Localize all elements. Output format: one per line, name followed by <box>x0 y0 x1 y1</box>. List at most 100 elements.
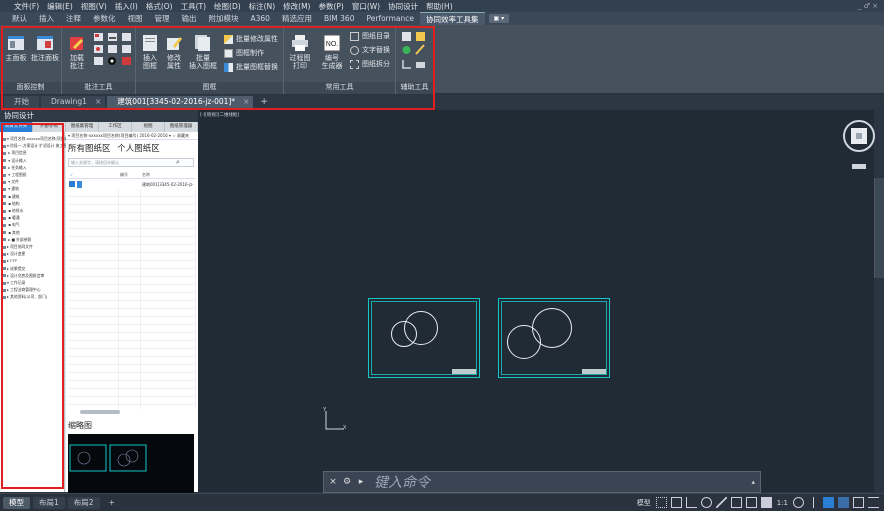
file-tab-drawing1[interactable]: Drawing1 × <box>41 96 106 108</box>
tree-item[interactable]: ▸ 任务输入 <box>3 165 27 170</box>
tree-item[interactable]: ▸ ■ 外部参照 <box>3 237 31 242</box>
new-tab-plus-icon[interactable]: + <box>255 96 273 108</box>
polar-icon[interactable] <box>700 497 712 508</box>
tree-item[interactable]: ▾ 工作记录 <box>3 280 25 285</box>
tree-item[interactable]: ▾ 建筑 <box>3 186 19 191</box>
tree-item[interactable]: ▸ 项目信息 <box>3 150 27 155</box>
tree-item[interactable]: ▪ 其他 <box>3 230 20 235</box>
frame-make-button[interactable]: 图框制作 <box>224 48 264 58</box>
menu-file[interactable]: 文件(F) <box>14 1 39 12</box>
annotation-icon[interactable] <box>760 497 772 508</box>
isolate-icon[interactable] <box>823 497 834 508</box>
menu-window[interactable]: 窗口(W) <box>352 1 380 12</box>
tab-personal-drawings[interactable]: 个人图纸区 <box>117 144 160 154</box>
model-viewport[interactable]: [-][俯视][二维线框] Y X <box>198 110 874 492</box>
layout-tab-layout1[interactable]: 布局1 <box>33 496 65 509</box>
menu-format[interactable]: 格式(O) <box>146 1 173 12</box>
ribbon-tab-annotate[interactable]: 注释 <box>60 12 87 25</box>
modify-attr-button[interactable]: 修改 属性 <box>162 34 186 70</box>
menu-modify[interactable]: 修改(M) <box>283 1 310 12</box>
tree-item[interactable]: ▾ 设计输入 <box>3 158 27 163</box>
batch-modify-attr-button[interactable]: 批量修改属性 <box>224 34 278 44</box>
layout-tab-layout2[interactable]: 布局2 <box>67 496 100 509</box>
search-icon[interactable]: ⌕ <box>176 158 180 167</box>
plus-icon[interactable] <box>808 497 819 508</box>
palette-tab-views[interactable]: 视图 <box>132 122 165 132</box>
close-icon[interactable]: × <box>328 477 338 487</box>
main-panel-button[interactable]: 主面板 <box>2 34 30 62</box>
close-icon[interactable]: × <box>95 97 101 106</box>
batch-replace-frame-button[interactable]: 批量图框替换 <box>224 62 278 72</box>
menu-edit[interactable]: 编辑(E) <box>47 1 73 12</box>
ribbon-tab-default[interactable]: 默认 <box>6 12 33 25</box>
aux-tool-icons[interactable] <box>402 32 430 72</box>
tree-item[interactable]: ▾ 文件 <box>3 179 19 184</box>
annotation-scale[interactable]: 1:1 <box>774 499 791 507</box>
tree-item[interactable]: ▾ 阶段一-方案设计 扩初设计 施工图设计 <box>3 143 75 148</box>
transparency-icon[interactable] <box>745 497 757 508</box>
tree-item[interactable]: ▸ 成果提交 <box>3 266 25 271</box>
menu-insert[interactable]: 插入(I) <box>115 1 138 12</box>
menu-parameter[interactable]: 参数(P) <box>318 1 343 12</box>
circle-shape[interactable] <box>404 311 438 345</box>
menu-help[interactable]: 帮助(H) <box>426 1 453 12</box>
ribbon-tab-view[interactable]: 视图 <box>122 12 149 25</box>
tree-item[interactable]: ▸ 工程洽商管理中心 <box>3 287 41 292</box>
insert-frame-button[interactable]: 插入 图框 <box>138 34 162 70</box>
tree-item[interactable]: ▸ 设计交底及图纸会审 <box>3 273 44 278</box>
file-tab-start[interactable]: 开始 <box>4 96 39 108</box>
table-row[interactable]: 建筑001[3345-02-2016-jz-001] <box>68 180 196 196</box>
palette-tab-sheets[interactable]: 图纸管理器 <box>165 122 198 132</box>
tree-item[interactable]: ▪ 给排水 <box>3 208 23 213</box>
horizontal-scrollbar[interactable] <box>80 410 120 414</box>
tab-all-drawings[interactable]: 所有图纸区 <box>68 144 111 154</box>
menu-tools[interactable]: 工具(T) <box>181 1 206 12</box>
ribbon-tab-addins[interactable]: 附加模块 <box>203 12 245 25</box>
drawing-frame-1[interactable] <box>368 298 480 378</box>
project-selector[interactable]: ▾ 项目名称-xxxxxx项目名称(项目编号) 2016-02-2016 ▾ ☆… <box>66 132 198 140</box>
palette-tab-workspace[interactable]: 工作区 <box>99 122 132 132</box>
ribbon-tab-featured[interactable]: 精选应用 <box>276 12 318 25</box>
customize-menu-icon[interactable] <box>868 497 879 508</box>
tree-item[interactable]: ▪ 结构 <box>3 201 20 206</box>
process-print-button[interactable]: 过程图 打印 <box>286 34 314 70</box>
batch-insert-frame-button[interactable]: 批量 插入图框 <box>186 34 220 70</box>
ribbon-tab-bim360[interactable]: BIM 360 <box>318 12 361 25</box>
ribbon-tab-a360[interactable]: A360 <box>245 12 276 25</box>
tree-item[interactable]: ▾ 项目名称-xxxxxx项目名称(项目编号) <box>3 136 74 141</box>
layout-tab-model[interactable]: 模型 <box>3 496 30 509</box>
viewport-controls-label[interactable]: [-][俯视][二维线框] <box>200 112 239 118</box>
ribbon-tab-performance[interactable]: Performance <box>360 12 420 25</box>
drawing-split-button[interactable]: 图纸拆分 <box>350 59 390 69</box>
annot-tool-icons[interactable] <box>94 33 134 73</box>
text-replace-button[interactable]: 文字替换 <box>350 45 390 55</box>
close-icon[interactable]: × <box>243 97 249 106</box>
add-layout-plus-icon[interactable]: + <box>103 497 121 509</box>
ribbon-tab-output[interactable]: 输出 <box>176 12 203 25</box>
window-controls[interactable]: _ ♂ × <box>858 2 878 10</box>
palette-tab-sheetset[interactable]: 图纸集管理 <box>66 122 99 132</box>
load-annot-button[interactable]: 加载 批注 <box>64 34 90 70</box>
drawing-catalog-button[interactable]: 图纸目录 <box>350 31 390 41</box>
command-line[interactable]: × ⚙ ▸ 键入命令 ▴ <box>323 471 761 493</box>
palette-tab-project[interactable]: 项目文件夹 <box>0 122 33 132</box>
ribbon-tab-parametric[interactable]: 参数化 <box>87 12 122 25</box>
model-space-toggle[interactable]: 模型 <box>634 498 654 508</box>
lineweight-icon[interactable] <box>730 497 742 508</box>
menu-view[interactable]: 视图(V) <box>81 1 107 12</box>
gear-icon[interactable] <box>793 497 804 508</box>
tree-item[interactable]: ▸ FTP <box>3 258 17 263</box>
circle-shape[interactable] <box>532 308 572 348</box>
tree-item[interactable]: ▸ 其他资料(公司、部门) <box>3 294 47 299</box>
snap-icon[interactable] <box>670 497 682 508</box>
tree-item[interactable]: ▸ 项目协同文件 <box>3 244 33 249</box>
annot-panel-button[interactable]: 批注面板 <box>30 34 60 62</box>
ribbon-extra-toggle[interactable]: ▣ ▾ <box>488 14 510 23</box>
vertical-scrollbar[interactable] <box>874 178 884 278</box>
menu-dimension[interactable]: 标注(N) <box>249 1 275 12</box>
tree-item[interactable]: ▾ 工程图纸 <box>3 172 27 177</box>
wrench-icon[interactable]: ⚙ <box>342 477 352 487</box>
tree-item[interactable]: ▸ 设计变更 <box>3 251 25 256</box>
menu-draw[interactable]: 绘图(D) <box>214 1 241 12</box>
ortho-icon[interactable] <box>685 497 697 508</box>
